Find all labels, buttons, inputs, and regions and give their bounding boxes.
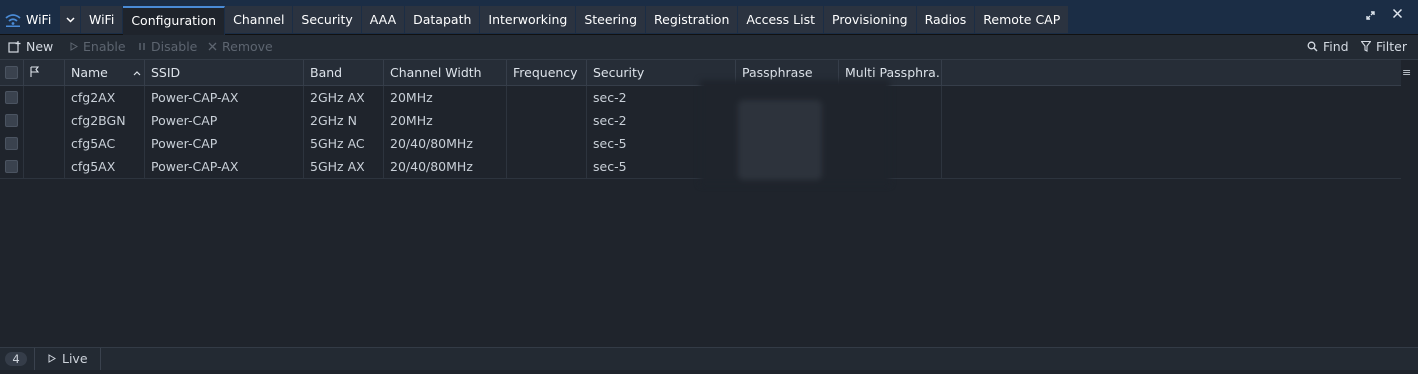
- column-header-frequency[interactable]: Frequency: [507, 60, 587, 85]
- cell-name: cfg2BGN: [65, 109, 145, 132]
- flag-cell: [24, 109, 65, 132]
- window-menu-dropdown[interactable]: [60, 6, 80, 33]
- title-bar: WiFi WiFi Configuration Channel Security…: [0, 0, 1418, 35]
- cell-frequency: [507, 132, 587, 155]
- row-checkbox[interactable]: [5, 91, 18, 104]
- tab-radios[interactable]: Radios: [916, 6, 976, 33]
- column-header-ssid[interactable]: SSID: [145, 60, 304, 85]
- new-icon: [8, 40, 21, 53]
- flag-cell: [24, 132, 65, 155]
- tab-channel[interactable]: Channel: [225, 6, 294, 33]
- row-select-cell: [0, 132, 24, 155]
- chevron-down-icon: [65, 16, 75, 23]
- cell-name: cfg5AC: [65, 132, 145, 155]
- cell-ssid: Power-CAP: [145, 109, 304, 132]
- play-icon: [70, 42, 78, 51]
- row-select-cell: [0, 109, 24, 132]
- maximize-icon[interactable]: [1365, 10, 1376, 25]
- close-icon[interactable]: [1392, 8, 1403, 23]
- column-menu-icon[interactable]: ≡: [1402, 66, 1411, 79]
- flag-cell: [24, 155, 65, 178]
- find-label: Find: [1323, 39, 1349, 54]
- search-icon: [1307, 41, 1318, 52]
- cell-band: 2GHz N: [304, 109, 384, 132]
- app-title: WiFi: [26, 12, 52, 27]
- cell-frequency: [507, 109, 587, 132]
- cell-ssid: Power-CAP-AX: [145, 86, 304, 109]
- status-bar: 4 Live: [0, 347, 1418, 370]
- cell-channel-width: 20/40/80MHz: [384, 155, 507, 178]
- x-icon: [208, 42, 217, 51]
- tab-access-list[interactable]: Access List: [738, 6, 825, 33]
- enable-label: Enable: [83, 39, 126, 54]
- column-header-band[interactable]: Band: [304, 60, 384, 85]
- redacted-passphrase-overlay: [700, 80, 890, 185]
- flag-column-header[interactable]: [24, 60, 65, 85]
- cell-channel-width: 20MHz: [384, 109, 507, 132]
- play-icon: [48, 354, 56, 363]
- app-brand: WiFi: [0, 6, 58, 33]
- cell-ssid: Power-CAP: [145, 132, 304, 155]
- tab-aaa[interactable]: AAA: [361, 6, 406, 33]
- tab-bar: WiFi Configuration Channel Security AAA …: [81, 6, 1070, 35]
- row-checkbox[interactable]: [5, 114, 18, 127]
- row-checkbox[interactable]: [5, 160, 18, 173]
- cell-frequency: [507, 86, 587, 109]
- column-header-channel-width[interactable]: Channel Width: [384, 60, 507, 85]
- remove-button[interactable]: Remove: [208, 39, 273, 54]
- live-button[interactable]: Live: [48, 351, 88, 366]
- new-label: New: [26, 39, 54, 54]
- row-select-cell: [0, 155, 24, 178]
- tab-registration[interactable]: Registration: [646, 6, 739, 33]
- tab-wifi[interactable]: WiFi: [81, 6, 124, 33]
- item-count-badge: 4: [5, 352, 27, 366]
- disable-button[interactable]: Disable: [138, 39, 197, 54]
- new-button[interactable]: New: [8, 39, 53, 54]
- sort-ascending-icon: [133, 71, 141, 76]
- enable-button[interactable]: Enable: [70, 39, 126, 54]
- cell-frequency: [507, 155, 587, 178]
- filter-label: Filter: [1376, 39, 1407, 54]
- row-checkbox[interactable]: [5, 137, 18, 150]
- remove-label: Remove: [222, 39, 273, 54]
- disable-label: Disable: [151, 39, 198, 54]
- cell-channel-width: 20MHz: [384, 86, 507, 109]
- cell-name: cfg5AX: [65, 155, 145, 178]
- live-label: Live: [62, 351, 88, 366]
- select-all-cell: [0, 60, 24, 85]
- select-all-checkbox[interactable]: [5, 66, 18, 79]
- cell-ssid: Power-CAP-AX: [145, 155, 304, 178]
- tab-steering[interactable]: Steering: [576, 6, 646, 33]
- flag-icon: [30, 66, 40, 77]
- filter-icon: [1361, 41, 1371, 52]
- find-button[interactable]: Find: [1307, 39, 1349, 54]
- cell-band: 2GHz AX: [304, 86, 384, 109]
- tab-provisioning[interactable]: Provisioning: [824, 6, 917, 33]
- cell-name: cfg2AX: [65, 86, 145, 109]
- cell-channel-width: 20/40/80MHz: [384, 132, 507, 155]
- tab-remote-cap[interactable]: Remote CAP: [975, 6, 1070, 33]
- tab-interworking[interactable]: Interworking: [480, 6, 577, 33]
- toolbar: New Enable Disable Remove Find Filter: [0, 35, 1418, 60]
- flag-cell: [24, 86, 65, 109]
- wifi-icon: [5, 13, 21, 27]
- column-header-name[interactable]: Name: [65, 60, 145, 85]
- tab-security[interactable]: Security: [293, 6, 362, 33]
- row-select-cell: [0, 86, 24, 109]
- pause-icon: [139, 43, 145, 50]
- cell-band: 5GHz AC: [304, 132, 384, 155]
- tab-datapath[interactable]: Datapath: [405, 6, 481, 33]
- cell-band: 5GHz AX: [304, 155, 384, 178]
- filter-button[interactable]: Filter: [1361, 39, 1407, 54]
- tab-configuration[interactable]: Configuration: [123, 6, 226, 35]
